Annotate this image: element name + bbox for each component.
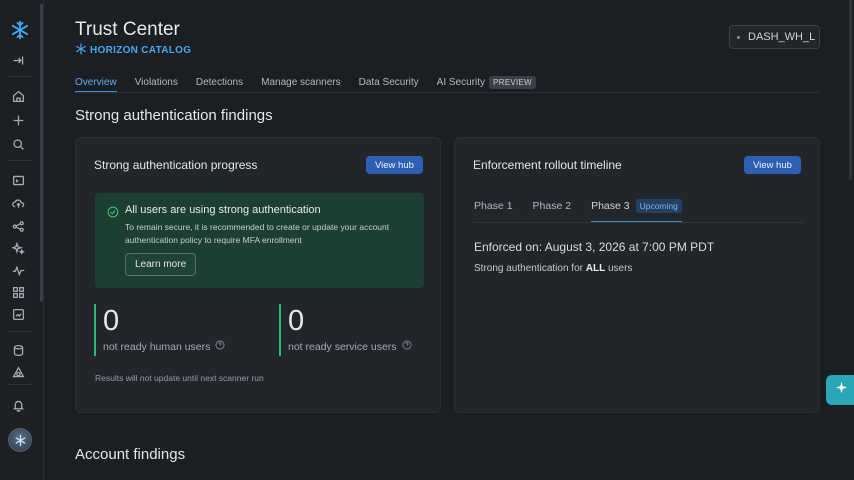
scope-bold: ALL <box>585 263 606 274</box>
monitor-icon[interactable] <box>10 306 26 322</box>
main-tabs: Overview Violations Detections Manage sc… <box>75 71 554 93</box>
rail-divider <box>8 160 32 161</box>
tab-phase-2[interactable]: Phase 2 <box>533 200 572 220</box>
tab-ai-security[interactable]: AI Security PREVIEW <box>436 71 537 93</box>
left-nav-rail <box>0 0 44 480</box>
stat-label: not ready human users <box>103 340 211 353</box>
scope-prefix: Strong authentication for <box>474 263 586 274</box>
upcoming-badge: Upcoming <box>635 199 682 213</box>
stat-value: 0 <box>288 305 305 337</box>
tab-detections[interactable]: Detections <box>196 71 243 93</box>
phase-tabs: Phase 1 Phase 2 Phase 3 Upcoming <box>474 199 702 223</box>
shapes-icon[interactable] <box>10 364 26 380</box>
card-title: Enforcement rollout timeline <box>473 158 622 172</box>
scope-suffix: users <box>605 263 633 274</box>
rail-divider <box>8 384 32 385</box>
stat-value: 0 <box>103 305 120 337</box>
stat-human-users: 0 not ready human users <box>94 304 225 356</box>
share-nodes-icon[interactable] <box>10 218 26 234</box>
avatar[interactable] <box>8 428 32 452</box>
sparkle-icon[interactable] <box>10 240 26 256</box>
snowflake-logo-icon[interactable] <box>10 20 30 40</box>
stat-label: not ready service users <box>288 340 397 353</box>
section-title-account: Account findings <box>75 446 186 463</box>
warehouse-name: DASH_WH_L <box>748 31 816 43</box>
tab-phase-1[interactable]: Phase 1 <box>474 200 513 220</box>
catalog-label-text: HORIZON CATALOG <box>90 45 192 56</box>
learn-more-button[interactable]: Learn more <box>125 253 197 276</box>
tab-violations[interactable]: Violations <box>135 71 178 93</box>
home-icon[interactable] <box>10 88 26 104</box>
warehouse-selector[interactable]: DASH_WH_L <box>729 25 820 49</box>
page-scrollbar[interactable] <box>849 0 852 180</box>
rail-divider <box>8 76 32 77</box>
search-icon[interactable] <box>10 136 26 152</box>
tab-manage-scanners[interactable]: Manage scanners <box>261 71 341 93</box>
snowflake-icon <box>75 43 87 58</box>
app-root: Trust Center HORIZON CATALOG DASH_WH_L O… <box>0 0 854 480</box>
success-banner: All users are using strong authenticatio… <box>95 193 424 288</box>
grid-icon[interactable] <box>10 284 26 300</box>
help-circle-icon[interactable] <box>402 340 412 353</box>
rail-divider <box>8 331 32 332</box>
scanner-note: Results will not update until next scann… <box>95 373 264 383</box>
database-icon[interactable] <box>10 342 26 358</box>
tabs-divider <box>75 92 820 93</box>
tab-ai-security-label: AI Security <box>436 76 486 88</box>
tab-phase-3[interactable]: Phase 3 Upcoming <box>591 199 682 223</box>
preview-badge: PREVIEW <box>489 75 537 89</box>
enforcement-timeline-card: Enforcement rollout timeline View hub Ph… <box>454 137 820 413</box>
help-circle-icon[interactable] <box>215 340 225 353</box>
enforced-date: Enforced on: August 3, 2026 at 7:00 PM P… <box>474 240 715 254</box>
section-title-strong-auth: Strong authentication findings <box>75 107 273 124</box>
phase-tabs-divider <box>474 222 803 223</box>
assistant-sparkle-icon <box>835 381 848 399</box>
card-title: Strong authentication progress <box>94 158 258 172</box>
tab-phase-3-label: Phase 3 <box>591 200 630 212</box>
success-heading: All users are using strong authenticatio… <box>125 204 321 216</box>
success-body: To remain secure, it is recommended to c… <box>125 222 390 245</box>
plus-icon[interactable] <box>10 112 26 128</box>
view-hub-button[interactable]: View hub <box>366 156 423 174</box>
cloud-upload-icon[interactable] <box>10 195 26 211</box>
assistant-button[interactable] <box>826 375 854 405</box>
bell-icon[interactable] <box>10 397 26 413</box>
tab-data-security[interactable]: Data Security <box>359 71 419 93</box>
activity-icon[interactable] <box>10 262 26 278</box>
catalog-label[interactable]: HORIZON CATALOG <box>75 43 191 58</box>
view-hub-button[interactable]: View hub <box>744 156 801 174</box>
enforcement-scope: Strong authentication for ALL users <box>474 263 632 274</box>
warehouse-status-dot <box>737 35 740 39</box>
strong-auth-progress-card: Strong authentication progress View hub … <box>75 137 441 413</box>
collapse-icon[interactable] <box>10 52 26 68</box>
page-title: Trust Center <box>75 19 180 40</box>
stat-service-users: 0 not ready service users <box>279 304 412 356</box>
terminal-icon[interactable] <box>10 172 26 188</box>
check-circle-icon <box>107 205 119 218</box>
rail-scrollbar[interactable] <box>40 4 43 302</box>
tab-overview[interactable]: Overview <box>75 71 117 93</box>
